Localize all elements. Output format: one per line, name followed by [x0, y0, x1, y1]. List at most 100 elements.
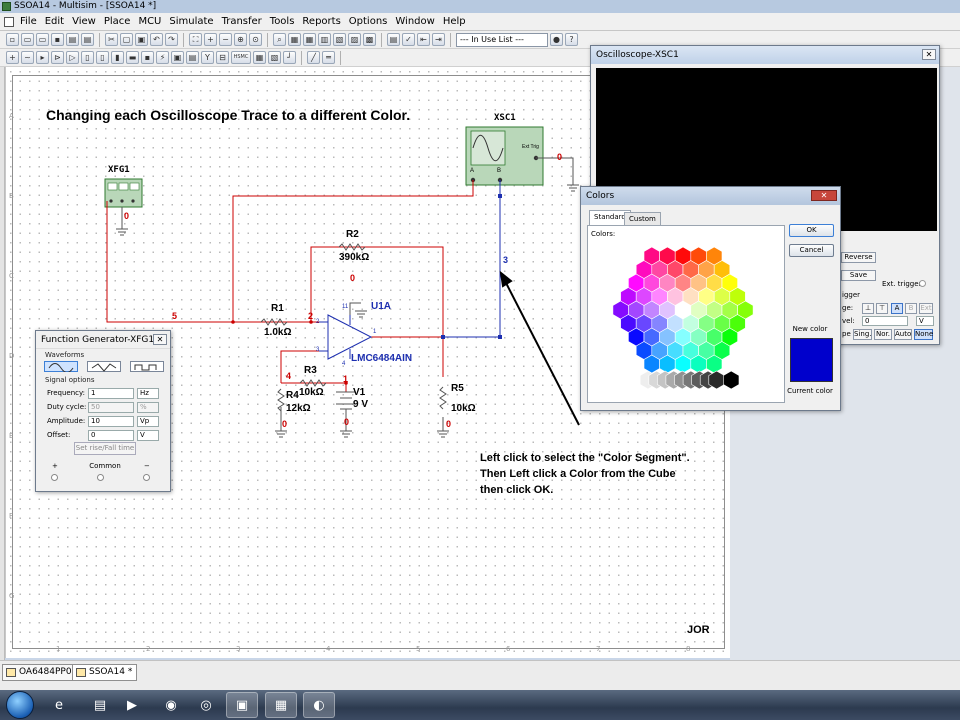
place-misc-icon[interactable]: ▣: [171, 51, 184, 64]
fullscreen-icon[interactable]: ⛶: [189, 33, 202, 46]
erc-icon[interactable]: ✓: [402, 33, 415, 46]
type-auto-button[interactable]: Auto: [894, 329, 912, 340]
edge-a-button[interactable]: A: [891, 303, 903, 314]
document-icon[interactable]: [4, 16, 14, 27]
square-wave-button[interactable]: [130, 361, 164, 372]
edge-rising-button[interactable]: ⊥: [862, 303, 874, 314]
edge-falling-button[interactable]: ⊤: [876, 303, 888, 314]
menu-view[interactable]: View: [68, 14, 100, 30]
media-player-icon[interactable]: ▶: [116, 692, 148, 718]
undo-icon[interactable]: ↶: [150, 33, 163, 46]
menu-mcu[interactable]: MCU: [134, 14, 165, 30]
place-mixed-icon[interactable]: ▬: [126, 51, 139, 64]
design-toolbox-icon[interactable]: ▦: [288, 33, 301, 46]
menu-reports[interactable]: Reports: [298, 14, 344, 30]
new-file-icon[interactable]: ▫: [6, 33, 19, 46]
level-unit[interactable]: V: [916, 316, 934, 326]
sine-wave-button[interactable]: [44, 361, 78, 373]
type-normal-button[interactable]: Nor.: [874, 329, 892, 340]
help-icon[interactable]: ?: [565, 33, 578, 46]
grapher-icon[interactable]: ▨: [348, 33, 361, 46]
edge-b-button[interactable]: B: [905, 303, 917, 314]
spreadsheet-icon[interactable]: ▦: [303, 33, 316, 46]
type-single-button[interactable]: Sing.: [853, 329, 872, 340]
edge-ext-button[interactable]: Ext: [919, 303, 933, 314]
xfg1-symbol[interactable]: [104, 178, 143, 208]
paste-icon[interactable]: ▣: [135, 33, 148, 46]
forward-annotate-icon[interactable]: ⇥: [432, 33, 445, 46]
analysis-icon[interactable]: ▩: [363, 33, 376, 46]
place-electromechanical-icon[interactable]: ⊟: [216, 51, 229, 64]
place-diode-icon[interactable]: ▸: [36, 51, 49, 64]
set-rise-fall-time-button[interactable]: Set rise/Fall time: [74, 442, 136, 455]
sheet-tab-oa6484pp01[interactable]: OA6484PP01: [2, 664, 83, 681]
postprocessor-icon[interactable]: ▤: [387, 33, 400, 46]
place-basic-icon[interactable]: ~: [21, 51, 34, 64]
cancel-button[interactable]: Cancel: [789, 244, 834, 257]
amplitude-unit[interactable]: Vp: [137, 416, 159, 427]
file-explorer-icon[interactable]: ▤: [84, 692, 116, 718]
place-cmos-icon[interactable]: ▯: [96, 51, 109, 64]
open-folder-icon[interactable]: ▭: [21, 33, 34, 46]
component-wizard-icon[interactable]: ▧: [333, 33, 346, 46]
terminal-minus-connector[interactable]: [143, 474, 150, 481]
close-icon[interactable]: ✕: [922, 49, 936, 60]
ok-button[interactable]: OK: [789, 224, 834, 237]
menu-simulate[interactable]: Simulate: [165, 14, 217, 30]
menu-edit[interactable]: Edit: [41, 14, 68, 30]
colors-title-bar[interactable]: Colors ✕: [581, 187, 840, 205]
place-power-icon[interactable]: ⚡: [156, 51, 169, 64]
multisim-taskbar-icon[interactable]: ◐: [303, 692, 335, 718]
menu-file[interactable]: File: [16, 14, 41, 30]
powerpoint-icon[interactable]: ▣: [226, 692, 258, 718]
start-button[interactable]: [6, 691, 34, 719]
copy-icon[interactable]: ▢: [120, 33, 133, 46]
offset-unit[interactable]: V: [137, 430, 159, 441]
triangle-wave-button[interactable]: [87, 361, 121, 372]
place-rf-icon[interactable]: Y: [201, 51, 214, 64]
colors-dialog[interactable]: Colors ✕ Standard Custom Colors: OK Canc…: [580, 186, 841, 411]
grey-cell-white[interactable]: [604, 370, 622, 390]
amplitude-input[interactable]: 10: [88, 416, 134, 427]
ext-trigger-connector[interactable]: [919, 280, 926, 287]
place-ttl-icon[interactable]: ▯: [81, 51, 94, 64]
zoom-in-icon[interactable]: +: [204, 33, 217, 46]
zoom-area-icon[interactable]: ⊕: [234, 33, 247, 46]
tab-custom[interactable]: Custom: [624, 212, 661, 226]
place-transistor-icon[interactable]: ⊳: [51, 51, 64, 64]
redo-icon[interactable]: ↷: [165, 33, 178, 46]
terminal-common-connector[interactable]: [97, 474, 104, 481]
place-bus-icon[interactable]: ┘: [283, 51, 296, 64]
firefox-icon[interactable]: ◉: [155, 692, 187, 718]
database-icon[interactable]: ▥: [318, 33, 331, 46]
open-sample-icon[interactable]: ▭: [36, 33, 49, 46]
print-preview-icon[interactable]: ▤: [81, 33, 94, 46]
type-none-button[interactable]: None: [914, 329, 933, 340]
function-generator-window[interactable]: Function Generator-XFG1 ✕ Waveforms Sign…: [35, 330, 171, 492]
zoom-out-icon[interactable]: −: [219, 33, 232, 46]
duty-cycle-unit[interactable]: %: [137, 402, 159, 413]
menu-transfer[interactable]: Transfer: [218, 14, 266, 30]
offset-input[interactable]: 0: [88, 430, 134, 441]
cut-icon[interactable]: ✂: [105, 33, 118, 46]
calculator-icon[interactable]: ▦: [265, 692, 297, 718]
save-button[interactable]: Save: [841, 270, 876, 281]
backannotate-icon[interactable]: ⇤: [417, 33, 430, 46]
internet-explorer-icon[interactable]: e: [43, 692, 75, 718]
place-hsmc-icon[interactable]: HSMC: [231, 51, 251, 64]
menu-help[interactable]: Help: [439, 14, 470, 30]
close-icon[interactable]: ✕: [811, 190, 837, 201]
save-icon[interactable]: ▪: [51, 33, 64, 46]
chrome-icon[interactable]: ◎: [190, 692, 222, 718]
frequency-unit[interactable]: Hz: [137, 388, 159, 399]
menu-place[interactable]: Place: [100, 14, 135, 30]
simulate-switch-icon[interactable]: ●: [550, 33, 563, 46]
xsc1-symbol[interactable]: [465, 126, 544, 186]
function-generator-title-bar[interactable]: Function Generator-XFG1 ✕: [36, 331, 170, 349]
terminal-plus-connector[interactable]: [51, 474, 58, 481]
place-junction-icon[interactable]: ═: [322, 51, 335, 64]
duty-cycle-input[interactable]: 50: [88, 402, 134, 413]
in-use-list-dropdown[interactable]: --- In Use List ---: [456, 32, 548, 47]
place-advanced-peripherals-icon[interactable]: ▤: [186, 51, 199, 64]
oscilloscope-title-bar[interactable]: Oscilloscope-XSC1 ✕: [591, 46, 939, 64]
